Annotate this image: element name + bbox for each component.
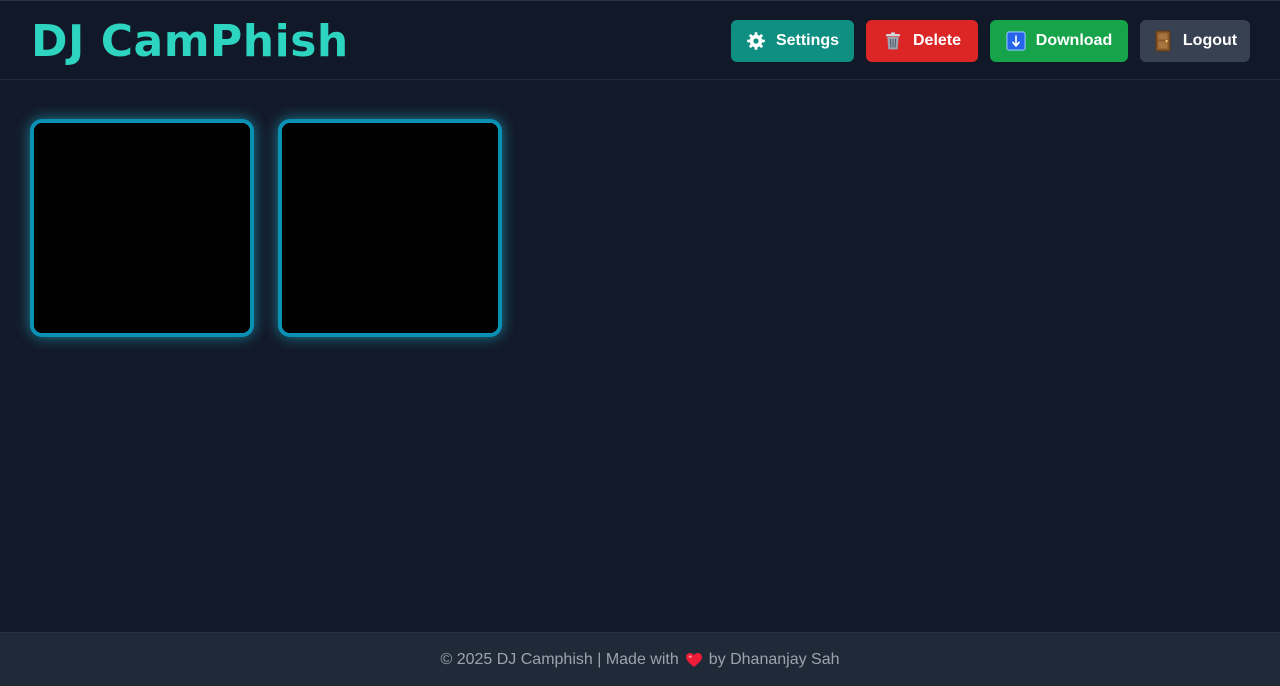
footer: © 2025 DJ Camphish | Made with by Dhanan… bbox=[0, 632, 1280, 686]
settings-label: Settings bbox=[775, 32, 840, 49]
trash-icon bbox=[883, 31, 903, 51]
camera-video[interactable] bbox=[34, 123, 250, 333]
settings-button[interactable]: Settings bbox=[731, 20, 854, 62]
brand-title: DJ CamPhish bbox=[31, 16, 349, 67]
camera-video[interactable] bbox=[282, 123, 498, 333]
footer-copyright: © 2025 DJ Camphish | Made with bbox=[440, 650, 679, 668]
download-button[interactable]: Download bbox=[990, 20, 1128, 62]
app-header: DJ CamPhish Settings Delete Download Log… bbox=[0, 0, 1280, 80]
delete-label: Delete bbox=[912, 32, 962, 49]
logout-button[interactable]: Logout bbox=[1140, 20, 1250, 62]
camera-grid bbox=[30, 119, 502, 337]
download-label: Download bbox=[1035, 32, 1113, 49]
download-arrow-icon bbox=[1006, 31, 1026, 51]
page: DJ CamPhish Settings Delete Download Log… bbox=[0, 0, 1280, 686]
camera-tile[interactable] bbox=[278, 119, 502, 337]
logout-label: Logout bbox=[1182, 32, 1238, 49]
camera-tile[interactable] bbox=[30, 119, 254, 337]
door-icon bbox=[1153, 30, 1173, 52]
footer-author: by Dhananjay Sah bbox=[708, 650, 840, 668]
delete-button[interactable]: Delete bbox=[866, 20, 978, 62]
heart-icon bbox=[685, 652, 703, 668]
header-actions: Settings Delete Download Logout bbox=[731, 20, 1250, 62]
gear-icon bbox=[746, 31, 766, 51]
